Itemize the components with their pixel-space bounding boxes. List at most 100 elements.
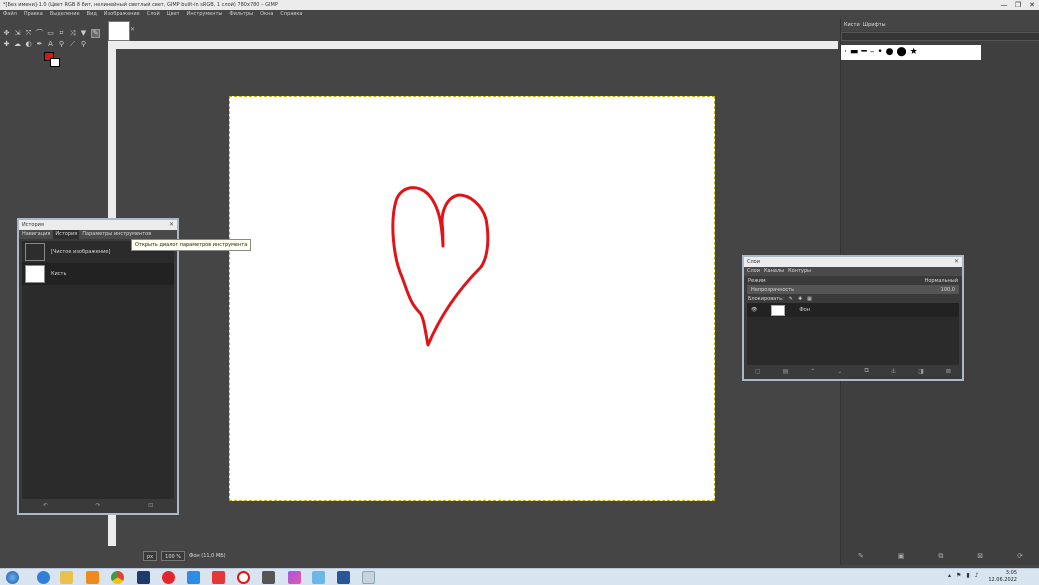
brush-soft-medium-icon[interactable]: ● xyxy=(886,45,894,60)
menu-filters[interactable]: Фильтры xyxy=(229,10,253,19)
network-icon[interactable]: ▮ xyxy=(966,572,969,579)
refresh-brushes-icon[interactable]: ⟳ xyxy=(1017,552,1023,560)
yandex-browser-icon[interactable] xyxy=(237,571,250,584)
close-icon[interactable]: ✕ xyxy=(169,220,174,230)
file-explorer-icon[interactable] xyxy=(60,571,73,584)
ie-browser-icon[interactable] xyxy=(37,571,50,584)
heal-tool-icon[interactable]: ✚ xyxy=(2,40,11,49)
bucket-fill-tool-icon[interactable]: ▼ xyxy=(79,29,88,38)
app-icon[interactable] xyxy=(288,571,301,584)
anydesk-icon[interactable] xyxy=(212,571,225,584)
new-brush-icon[interactable]: ▣ xyxy=(898,552,905,560)
menu-select[interactable]: Выделение xyxy=(50,10,80,19)
zoom-app-icon[interactable] xyxy=(187,571,200,584)
tab-brushes[interactable]: Кисти xyxy=(844,19,860,31)
zoom-tool-icon[interactable]: ⚲ xyxy=(79,40,88,49)
brush-star-icon[interactable]: ★ xyxy=(910,45,918,60)
color-picker-tool-icon[interactable]: ⚲ xyxy=(57,40,66,49)
rect-select-tool-icon[interactable]: ▭ xyxy=(46,29,55,38)
tab-layers[interactable]: Слои xyxy=(747,267,760,276)
brush-hard-icon[interactable]: ⬤ xyxy=(896,45,906,60)
layer-name[interactable]: Фон xyxy=(799,307,810,313)
transform-tool-icon[interactable]: ⤧ xyxy=(24,29,33,38)
smudge-tool-icon[interactable]: ☁ xyxy=(13,40,22,49)
undo-icon[interactable]: ↶ xyxy=(43,502,48,509)
active-window-icon[interactable] xyxy=(362,571,375,584)
warp-tool-icon[interactable]: ⤨ xyxy=(68,29,77,38)
tab-history[interactable]: История xyxy=(53,230,80,239)
tab-tool-options[interactable]: Параметры инструментов xyxy=(82,230,151,239)
menu-file[interactable]: Файл xyxy=(3,10,17,19)
duplicate-brush-icon[interactable]: ⧉ xyxy=(938,552,943,561)
opacity-row[interactable]: Непрозрачность 100,0 xyxy=(747,285,959,294)
word-icon[interactable] xyxy=(337,571,350,584)
menu-view[interactable]: Вид xyxy=(87,10,97,19)
mode-select[interactable]: Нормальный xyxy=(925,278,958,284)
image-tab-close-icon[interactable]: ✕ xyxy=(130,26,135,33)
align-tool-icon[interactable]: ⇲ xyxy=(13,29,22,38)
raise-layer-icon[interactable]: ⌃ xyxy=(810,368,815,375)
zoom-select[interactable]: 100 % xyxy=(161,551,186,561)
start-button-icon[interactable] xyxy=(6,571,19,584)
tab-channels[interactable]: Каналы xyxy=(764,267,784,276)
menu-tools[interactable]: Инструменты xyxy=(187,10,223,19)
redo-icon[interactable]: ↷ xyxy=(95,502,100,509)
chrome-icon[interactable] xyxy=(111,571,124,584)
brush-filter-field[interactable] xyxy=(841,32,1039,41)
flag-icon[interactable]: ⚑ xyxy=(956,572,961,579)
minimize-button[interactable]: — xyxy=(997,0,1011,10)
gimp-icon[interactable] xyxy=(262,571,275,584)
menu-help[interactable]: Справка xyxy=(280,10,302,19)
menu-layer[interactable]: Слой xyxy=(147,10,160,19)
delete-brush-icon[interactable]: ⊠ xyxy=(977,552,983,560)
duplicate-layer-icon[interactable]: ⧉ xyxy=(864,367,868,375)
unit-select[interactable]: px xyxy=(143,551,158,561)
clock[interactable]: 3:05 12.06.2022 xyxy=(988,570,1017,584)
yandex-icon[interactable] xyxy=(162,571,175,584)
lower-layer-icon[interactable]: ⌄ xyxy=(837,368,842,375)
paintbrush-tool-icon[interactable]: ✎ xyxy=(91,29,100,38)
layer-row[interactable]: 👁 Фон xyxy=(747,303,959,317)
tab-fonts[interactable]: Шрифты xyxy=(863,19,886,31)
background-color-swatch[interactable] xyxy=(50,58,60,67)
volume-icon[interactable]: ♪ xyxy=(975,572,979,579)
visibility-eye-icon[interactable]: 👁 xyxy=(751,307,757,313)
anchor-layer-icon[interactable]: ⚓ xyxy=(891,368,896,375)
history-item[interactable]: Кисть xyxy=(22,263,174,285)
close-button[interactable]: ✕ xyxy=(1025,0,1039,10)
tab-navigation[interactable]: Навигация xyxy=(22,230,50,239)
lock-alpha-icon[interactable]: ▦ xyxy=(807,296,812,302)
app2-icon[interactable] xyxy=(312,571,325,584)
lock-pixels-icon[interactable]: ✎ xyxy=(789,296,793,302)
menu-colors[interactable]: Цвет xyxy=(167,10,180,19)
brush-list[interactable]: · ▬ ━ – • ● ⬤ ★ xyxy=(841,45,981,60)
opacity-value[interactable]: 100,0 xyxy=(941,287,955,293)
measure-tool-icon[interactable]: ⟋ xyxy=(68,40,77,49)
lock-position-icon[interactable]: ✚ xyxy=(798,296,802,302)
new-group-icon[interactable]: ▤ xyxy=(783,368,789,375)
menu-windows[interactable]: Окна xyxy=(260,10,273,19)
new-layer-icon[interactable]: ▢ xyxy=(755,368,761,375)
media-player-icon[interactable] xyxy=(86,571,99,584)
lasso-tool-icon[interactable]: ⌒ xyxy=(35,29,44,38)
brush-soft-small-icon[interactable]: • xyxy=(877,45,882,60)
image-canvas[interactable] xyxy=(229,96,715,501)
image-tab-thumbnail[interactable] xyxy=(108,21,130,41)
clear-history-icon[interactable]: ⊡ xyxy=(148,502,153,509)
tab-paths[interactable]: Контуры xyxy=(788,267,811,276)
menu-image[interactable]: Изображение xyxy=(104,10,140,19)
paths-tool-icon[interactable]: ✒ xyxy=(35,40,44,49)
photoshop-icon[interactable] xyxy=(137,571,150,584)
text-tool-icon[interactable]: A xyxy=(46,40,55,49)
dodge-tool-icon[interactable]: ◐ xyxy=(24,40,33,49)
mask-layer-icon[interactable]: ◨ xyxy=(918,368,924,375)
brush-line-icon[interactable]: ▬ xyxy=(850,45,859,60)
crop-tool-icon[interactable]: ⌗ xyxy=(57,29,66,38)
edit-brush-icon[interactable]: ✎ xyxy=(858,552,864,560)
tray-arrow-icon[interactable]: ▴ xyxy=(948,572,951,579)
move-tool-icon[interactable]: ✥ xyxy=(2,29,11,38)
brush-dash-icon[interactable]: – xyxy=(870,45,875,60)
close-icon[interactable]: ✕ xyxy=(954,257,959,267)
maximize-button[interactable]: ❐ xyxy=(1011,0,1025,10)
delete-layer-icon[interactable]: ⊠ xyxy=(946,368,951,375)
